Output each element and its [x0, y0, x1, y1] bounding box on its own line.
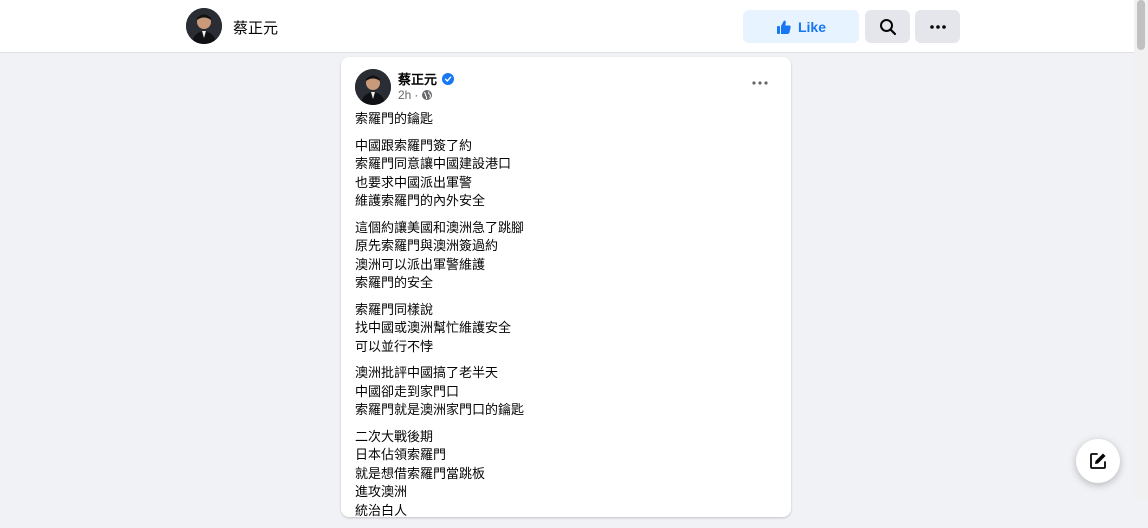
post-line: 中國卻走到家門口: [355, 383, 460, 399]
page-scrollbar[interactable]: [1134, 0, 1148, 499]
page-name[interactable]: 蔡正元: [233, 17, 278, 38]
post-paragraph: 索羅門的鑰匙: [355, 110, 775, 129]
post-line: 原先索羅門與澳洲簽過約: [355, 238, 499, 253]
avatar-portrait-icon: [186, 8, 222, 44]
post-line: 就是想借索羅門當跳板: [355, 465, 486, 481]
post-line: 索羅門的安全: [355, 275, 434, 290]
post-line: 索羅門同意讓中國建設港口: [355, 156, 512, 171]
scrollbar-thumb[interactable]: [1137, 0, 1145, 50]
new-message-button[interactable]: [1076, 439, 1120, 483]
post-line: 也要求中國派出軍警: [355, 174, 473, 190]
post-line: 日本佔領索羅門: [355, 447, 447, 462]
more-horizontal-icon: [929, 24, 946, 29]
post-paragraph: 澳洲批評中國搞了老半天 中國卻走到家門口 索羅門就是澳洲家門口的鑰匙: [355, 364, 775, 420]
more-options-button[interactable]: [915, 10, 960, 43]
profile-avatar[interactable]: [186, 8, 222, 44]
compose-message-icon: [1090, 453, 1106, 469]
post-text: 索羅門的鑰匙 中國跟索羅門簽了約 索羅門同意讓中國建設港口 也要求中國派出軍警 …: [355, 110, 775, 528]
post-line: 找中國或澳洲幫忙維護安全: [355, 320, 512, 335]
more-horizontal-icon: [752, 81, 768, 85]
post-author-avatar[interactable]: [355, 69, 391, 105]
post-line: 統治白人: [355, 502, 408, 518]
post-options-button[interactable]: [745, 71, 775, 95]
post-line: 中國跟索羅門簽了約: [355, 137, 473, 153]
verified-badge-icon: [442, 72, 455, 85]
post-paragraph: 索羅門同樣說 找中國或澳洲幫忙維護安全 可以並行不悖: [355, 301, 775, 357]
post-line: 索羅門的鑰匙: [355, 111, 434, 126]
post-author-label: 蔡正元: [398, 72, 438, 87]
search-button[interactable]: [865, 10, 910, 43]
search-icon: [879, 18, 896, 35]
post-card: 蔡正元 2h · 索羅門的鑰匙 中國跟索羅門簽了約 索羅門同意讓中國建設港口 也…: [341, 57, 791, 518]
post-line: 維護索羅門的內外安全: [355, 193, 486, 208]
page-header: 蔡正元 Like: [0, 0, 1148, 53]
post-line: 索羅門同樣說: [355, 301, 434, 317]
post-line: 可以並行不悖: [355, 338, 434, 354]
post-meta: 2h ·: [398, 88, 433, 102]
meta-separator: ·: [414, 88, 419, 102]
post-paragraph: 二次大戰後期 日本佔領索羅門 就是想借索羅門當跳板 進攻澳洲 統治白人: [355, 428, 775, 521]
like-label: Like: [797, 18, 826, 35]
post-paragraph: 這個約讓美國和澳洲急了跳腳 原先索羅門與澳洲簽過約 澳洲可以派出軍警維護 索羅門…: [355, 219, 775, 293]
post-line: 索羅門就是澳洲家門口的鑰匙: [355, 402, 525, 417]
like-button[interactable]: Like: [743, 10, 859, 43]
post-line: 澳洲批評中國搞了老半天: [355, 365, 499, 380]
post-timestamp[interactable]: 2h: [398, 88, 411, 102]
post-line: 這個約讓美國和澳洲急了跳腳: [355, 219, 525, 235]
post-line: 二次大戰後期: [355, 428, 434, 444]
globe-icon: [422, 90, 433, 100]
avatar-portrait-icon: [355, 69, 391, 105]
post-paragraph: 中國跟索羅門簽了約 索羅門同意讓中國建設港口 也要求中國派出軍警 維護索羅門的內…: [355, 137, 775, 211]
thumbs-up-icon: [776, 20, 791, 34]
post-line: 澳洲可以派出軍警維護: [355, 256, 486, 272]
post-author-name[interactable]: 蔡正元: [398, 69, 455, 88]
